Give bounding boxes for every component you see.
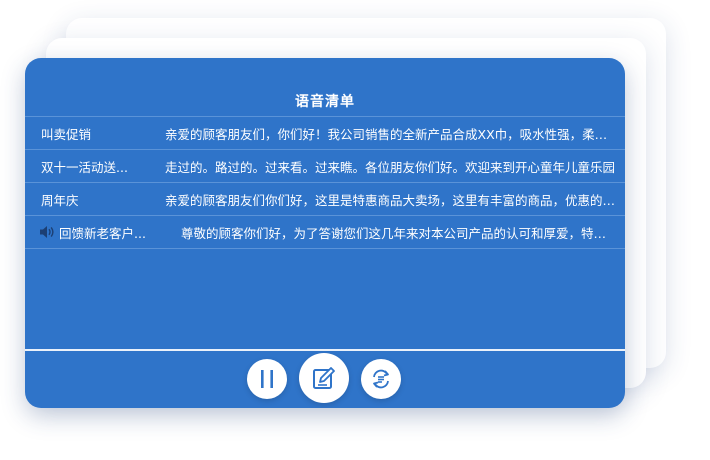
list-item[interactable]: 周年庆 亲爱的顾客朋友们你们好，这里是特惠商品大卖场，这里有丰富的商品，优惠的价… <box>25 182 625 215</box>
list-item[interactable]: 双十一活动送... 走过的。路过的。过来看。过来瞧。各位朋友你们好。欢迎来到开心… <box>25 149 625 182</box>
voice-list: 叫卖促销 亲爱的顾客朋友们，你们好！我公司销售的全新产品合成XX巾，吸水性强，柔… <box>25 116 625 249</box>
item-content: 亲爱的顾客朋友们你们好，这里是特惠商品大卖场，这里有丰富的商品，优惠的价格 <box>165 192 625 208</box>
pause-button[interactable] <box>247 359 287 399</box>
voice-list-panel: 语音清单 叫卖促销 亲爱的顾客朋友们，你们好！我公司销售的全新产品合成XX巾，吸… <box>25 58 625 408</box>
loop-button[interactable] <box>361 359 401 399</box>
list-item[interactable]: 叫卖促销 亲爱的顾客朋友们，你们好！我公司销售的全新产品合成XX巾，吸水性强，柔… <box>25 116 625 149</box>
item-content: 亲爱的顾客朋友们，你们好！我公司销售的全新产品合成XX巾，吸水性强，柔软耐用 <box>165 126 625 142</box>
item-name: 叫卖促销 <box>41 126 92 142</box>
item-content: 尊敬的顾客你们好，为了答谢您们这几年来对本公司产品的认可和厚爱，特举办活动 <box>181 225 625 241</box>
item-name-wrap: 回馈新老客户... <box>25 223 159 242</box>
pause-icon <box>261 370 273 388</box>
item-content: 走过的。路过的。过来看。过来瞧。各位朋友你们好。欢迎来到开心童年儿童乐园 <box>165 159 616 175</box>
panel-title: 语音清单 <box>295 94 355 110</box>
list-item-playing[interactable]: 回馈新老客户... 尊敬的顾客你们好，为了答谢您们这几年来对本公司产品的认可和厚… <box>25 215 625 249</box>
controls-divider <box>25 349 625 351</box>
edit-icon <box>313 367 335 389</box>
loop-list-icon <box>373 369 389 389</box>
edit-button[interactable] <box>299 353 349 403</box>
item-name: 回馈新老客户... <box>59 225 146 241</box>
item-name: 周年庆 <box>41 192 79 208</box>
item-name: 双十一活动送... <box>41 159 128 175</box>
speaker-icon <box>40 226 54 238</box>
